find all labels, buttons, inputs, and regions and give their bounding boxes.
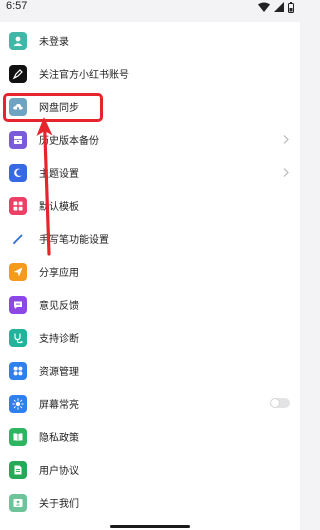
cloud-folder-icon bbox=[9, 97, 27, 116]
status-bar: 6:57 bbox=[0, 0, 300, 14]
menu-item-login[interactable]: 未登录 bbox=[0, 24, 300, 57]
menu-label-stylus-settings: 手写笔功能设置 bbox=[39, 235, 109, 246]
signal-icon bbox=[274, 2, 284, 12]
menu-item-privacy-policy[interactable]: 隐私政策 bbox=[0, 420, 300, 453]
user-avatar-icon bbox=[9, 31, 27, 50]
menu-label-default-template: 默认模板 bbox=[39, 202, 79, 213]
sun-icon bbox=[9, 394, 27, 413]
menu-label-privacy-policy: 隐私政策 bbox=[39, 433, 79, 444]
stylus-icon bbox=[9, 229, 27, 248]
menu-item-follow-xiaohongshu[interactable]: 关注官方小红书账号 bbox=[0, 57, 300, 90]
toggle-knob bbox=[271, 399, 279, 407]
menu-label-diagnostics: 支持诊断 bbox=[39, 334, 79, 345]
backup-box-icon bbox=[9, 130, 27, 149]
chevron-right-icon bbox=[283, 168, 289, 177]
menu-item-resource-management[interactable]: 资源管理 bbox=[0, 354, 300, 387]
battery-icon bbox=[288, 1, 294, 13]
document-icon bbox=[9, 460, 27, 479]
menu-item-screen-always-on[interactable]: 屏幕常亮 bbox=[0, 387, 300, 420]
template-grid-icon bbox=[9, 196, 27, 215]
menu-item-user-agreement[interactable]: 用户协议 bbox=[0, 453, 300, 486]
user-card-icon bbox=[9, 493, 27, 512]
menu-label-resource-management: 资源管理 bbox=[39, 367, 79, 378]
menu-item-share-app[interactable]: 分享应用 bbox=[0, 255, 300, 288]
menu-label-cloud-sync: 网盘同步 bbox=[39, 103, 79, 114]
menu-label-feedback: 意见反馈 bbox=[39, 301, 79, 312]
menu-item-cloud-sync[interactable]: 网盘同步 bbox=[0, 90, 300, 123]
chat-bubble-icon bbox=[9, 295, 27, 314]
status-icons bbox=[258, 1, 294, 13]
menu-item-about-us[interactable]: 关于我们 bbox=[0, 486, 300, 519]
menu-item-diagnostics[interactable]: 支持诊断 bbox=[0, 321, 300, 354]
menu-item-default-template[interactable]: 默认模板 bbox=[0, 189, 300, 222]
four-squares-icon bbox=[9, 361, 27, 380]
menu-item-feedback[interactable]: 意见反馈 bbox=[0, 288, 300, 321]
menu-label-follow: 关注官方小红书账号 bbox=[39, 70, 129, 81]
menu-label-screen-always-on: 屏幕常亮 bbox=[39, 400, 79, 411]
pen-nib-icon bbox=[9, 64, 27, 83]
chevron-right-icon bbox=[283, 135, 289, 144]
menu-label-login: 未登录 bbox=[39, 37, 69, 48]
menu-label-theme-settings: 主题设置 bbox=[39, 169, 79, 180]
moon-icon bbox=[9, 163, 27, 182]
menu-item-stylus-settings[interactable]: 手写笔功能设置 bbox=[0, 222, 300, 255]
open-book-icon bbox=[9, 427, 27, 446]
screen-always-on-toggle[interactable] bbox=[270, 398, 290, 408]
menu-label-share-app: 分享应用 bbox=[39, 268, 79, 279]
menu-label-version-backup: 历史版本备份 bbox=[39, 136, 99, 147]
home-indicator bbox=[110, 525, 190, 528]
stethoscope-icon bbox=[9, 328, 27, 347]
settings-panel: 未登录 关注官方小红书账号 网盘同步 历史版本备份 主题设置 默认模板 手写笔功… bbox=[0, 22, 300, 530]
menu-label-about-us: 关于我们 bbox=[39, 499, 79, 510]
wifi-icon bbox=[258, 2, 270, 12]
share-arrow-icon bbox=[9, 262, 27, 281]
status-time: 6:57 bbox=[6, 0, 28, 12]
menu-item-theme-settings[interactable]: 主题设置 bbox=[0, 156, 300, 189]
menu-item-version-backup[interactable]: 历史版本备份 bbox=[0, 123, 300, 156]
menu-label-user-agreement: 用户协议 bbox=[39, 466, 79, 477]
